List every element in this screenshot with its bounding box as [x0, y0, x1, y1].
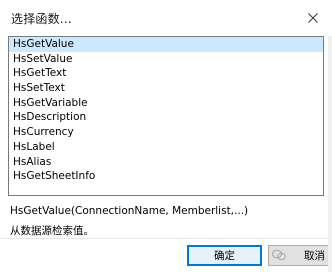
list-item[interactable]: HsGetVariable: [9, 96, 323, 111]
list-item[interactable]: HsSetValue: [9, 52, 323, 67]
cancel-button-label: 取消: [304, 250, 325, 262]
dialog-titlebar: 选择函数...: [0, 0, 332, 36]
function-list[interactable]: HsGetValue HsSetValue HsGetText HsSetText Hs…: [8, 36, 324, 196]
dialog-title: 选择函数...: [11, 12, 72, 26]
wechat-logo-icon: [272, 249, 286, 261]
list-item[interactable]: HsCurrency: [9, 125, 323, 140]
divider: [0, 238, 332, 239]
close-button[interactable]: [300, 6, 326, 30]
select-function-dialog: 选择函数... HsGetValue HsSetValue HsGetText HsS…: [0, 0, 332, 272]
list-item[interactable]: HsSetText: [9, 81, 323, 96]
list-item[interactable]: HsLabel: [9, 140, 323, 155]
list-item[interactable]: HsDescription: [9, 110, 323, 125]
list-item[interactable]: HsGetValue: [9, 37, 323, 52]
window-edge: [328, 36, 332, 272]
function-signature: HsGetValue(ConnectionName, Memberlist,..…: [10, 205, 249, 217]
list-item[interactable]: HsAlias: [9, 155, 323, 170]
function-description: 从数据源检索值。: [10, 225, 94, 237]
close-icon: [308, 13, 318, 23]
ok-button[interactable]: 确定: [187, 245, 262, 266]
list-item[interactable]: HsGetSheetInfo: [9, 169, 323, 184]
list-item[interactable]: HsGetText: [9, 66, 323, 81]
